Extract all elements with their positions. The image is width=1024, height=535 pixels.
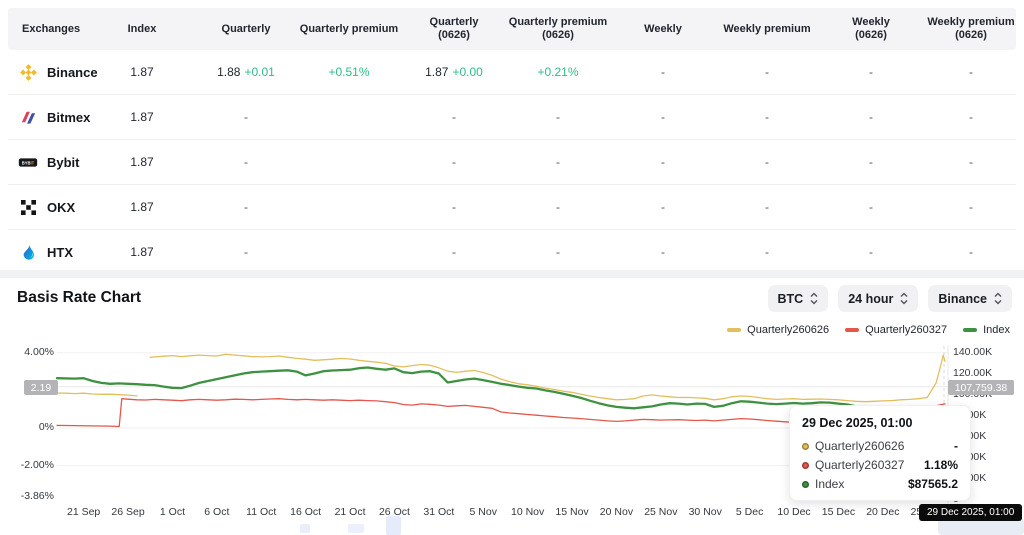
tooltip-series-value: $87565.2: [907, 477, 958, 491]
tooltip-series-dot: [802, 480, 809, 488]
x-axis-label: 5 Nov: [469, 506, 497, 518]
x-axis-label: 15 Dec: [821, 506, 856, 518]
next-chart-fragment: [300, 524, 310, 533]
tooltip-series-dot: [802, 442, 809, 450]
x-axis-label: 30 Nov: [688, 506, 722, 518]
x-axis-label: 25 Nov: [644, 506, 678, 518]
tooltip-series-label: Quarterly260626: [815, 439, 905, 453]
x-axis-label: 10 Dec: [777, 506, 811, 518]
tooltip-series-value: 1.18%: [923, 458, 958, 472]
y-axis-left-label: 4.00%: [24, 345, 54, 358]
tooltip-date: 29 Dec 2025, 01:00: [802, 416, 913, 430]
cursor-date-pill: 29 Dec 2025, 01:00: [919, 504, 1023, 521]
tooltip-row-quarterly260626: Quarterly260626 -: [802, 439, 958, 453]
series-index: [55, 366, 947, 412]
series-quarterly260626: [149, 353, 946, 403]
y-axis-right-label: 120.00K: [953, 367, 993, 379]
y-axis-left-label: 0%: [38, 421, 54, 433]
right-axis-value-badge: 107,759.38: [948, 380, 1014, 395]
tooltip-series-dot: [802, 461, 809, 469]
x-axis-label: 16 Oct: [290, 506, 322, 518]
x-axis-label: 31 Oct: [423, 506, 455, 518]
x-axis-label: 5 Dec: [735, 506, 764, 518]
tooltip-series-value: -: [954, 439, 958, 453]
x-axis-label: 21 Sep: [66, 506, 101, 518]
x-axis-label: 21 Oct: [334, 506, 366, 518]
left-axis-value-badge: 2.19: [24, 380, 58, 395]
x-axis-label: 6 Oct: [204, 506, 230, 518]
x-axis-label: 10 Nov: [510, 506, 545, 518]
basis-rate-dashboard: Exchanges Index Quarterly Quarterly premium…: [0, 0, 1024, 535]
x-axis-label: 1 Oct: [159, 506, 185, 518]
chart-tooltip: 29 Dec 2025, 01:00 Quarterly260626- Quart…: [789, 405, 971, 501]
x-axis-label: 20 Dec: [866, 506, 900, 518]
tooltip-series-label: Quarterly260327: [815, 458, 905, 472]
next-chart-fragment: [386, 516, 401, 535]
y-axis-left-label: -3.86%: [20, 490, 54, 502]
x-axis-label: 11 Oct: [246, 506, 277, 518]
x-axis-label: 20 Nov: [599, 506, 634, 518]
x-axis-label: 26 Sep: [111, 506, 145, 518]
x-axis-label: 15 Nov: [555, 506, 589, 518]
tooltip-row-quarterly260327: Quarterly260327 1.18%: [802, 458, 958, 472]
tooltip-series-label: Index: [815, 477, 845, 491]
next-chart-fragment: [348, 524, 364, 533]
series-quarterly260626: [56, 392, 138, 397]
y-axis-right-label: 140.00K: [953, 346, 993, 358]
y-axis-left-label: -2.00%: [20, 458, 54, 471]
tooltip-row-index: Index $87565.2: [802, 477, 958, 491]
